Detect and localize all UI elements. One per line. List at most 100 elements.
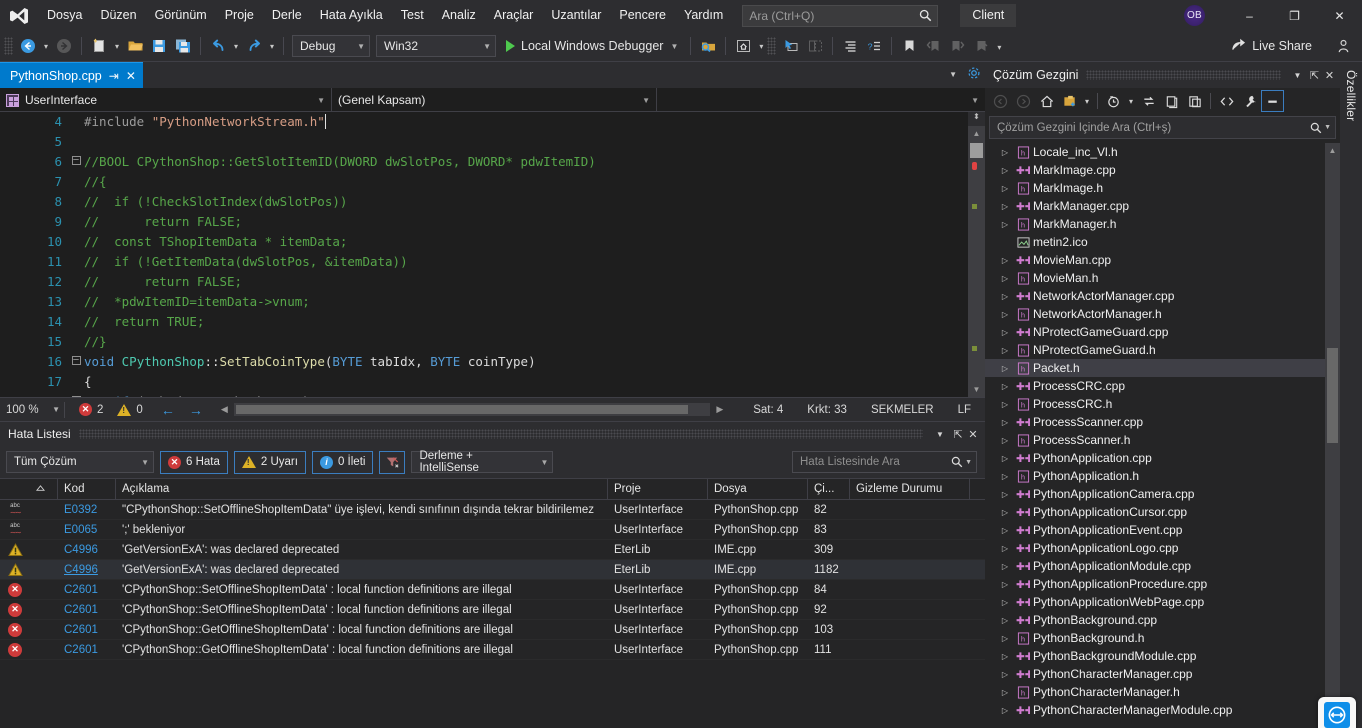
list-item[interactable]: ▷✚✚MovieMan.cpp (985, 251, 1340, 269)
tab-list-dropdown-icon[interactable]: ▼ (949, 70, 957, 79)
list-item[interactable]: ▷ h NProtectGameGuard.h (985, 341, 1340, 359)
list-item[interactable]: ▷✚✚PythonBackground.cpp (985, 611, 1340, 629)
list-item[interactable]: ▷✚✚PythonApplicationLogo.cpp (985, 539, 1340, 557)
table-row[interactable]: abc ∼∼ E0065 ';' bekleniyor UserInterface Pyt… (0, 520, 985, 540)
list-item[interactable]: ▷ h ProcessScanner.h (985, 431, 1340, 449)
scroll-right-arrow-icon[interactable]: ▶ (710, 404, 729, 415)
clear-filters-button[interactable] (379, 450, 406, 474)
column-file[interactable]: Dosya (708, 478, 808, 500)
next-bookmark-icon[interactable] (945, 34, 969, 58)
code-line[interactable]: 8 // if (!CheckSlotIndex(dwSlotPos)) (0, 192, 968, 212)
menu-analiz[interactable]: Analiz (433, 3, 485, 28)
member-scope-combo[interactable]: ▼ (657, 88, 985, 112)
column-project[interactable]: Proje (608, 478, 708, 500)
solution-name-chip[interactable]: Client (960, 4, 1017, 27)
format-document-icon[interactable] (838, 34, 862, 58)
pending-changes-filter-icon[interactable] (1058, 90, 1081, 112)
expand-chevron-icon[interactable]: ▷ (997, 310, 1013, 319)
list-item[interactable]: ▷ h MarkManager.h (985, 215, 1340, 233)
scroll-up-arrow-icon[interactable]: ▲ (968, 126, 985, 141)
list-item[interactable]: ▷ h PythonCharacterManager.h (985, 683, 1340, 701)
expand-chevron-icon[interactable]: ▷ (997, 220, 1013, 229)
code-line[interactable]: 13 // *pdwItemID=itemData->vnum; (0, 292, 968, 312)
expand-chevron-icon[interactable]: ▷ (997, 382, 1013, 391)
list-item[interactable]: ▷✚✚PythonApplicationProcedure.cpp (985, 575, 1340, 593)
breakpoint-gutter[interactable] (0, 212, 22, 232)
breakpoint-gutter[interactable] (0, 132, 22, 152)
error-list-search-input[interactable] (800, 456, 952, 468)
code-text[interactable]: { (84, 372, 92, 392)
refresh-icon[interactable] (1160, 90, 1183, 112)
live-preview-home-icon[interactable] (731, 34, 755, 58)
teamviewer-badge[interactable] (1318, 697, 1356, 728)
code-line[interactable]: 5 (0, 132, 968, 152)
scroll-down-arrow-icon[interactable]: ▼ (968, 382, 985, 397)
navigate-backward-icon[interactable] (16, 34, 40, 58)
sync-with-active-document-icon[interactable] (1137, 90, 1160, 112)
messages-filter-toggle[interactable]: i 0 İleti (311, 450, 374, 474)
expand-chevron-icon[interactable]: ▷ (997, 436, 1013, 445)
code-line[interactable]: 6–//BOOL CPythonShop::GetSlotItemID(DWOR… (0, 152, 968, 172)
solution-explorer-scrollbar[interactable]: ▲ ▼ (1325, 143, 1340, 728)
editor-settings-gear-icon[interactable] (967, 66, 981, 83)
pin-panel-icon[interactable]: ⇱ (949, 428, 967, 441)
previous-bookmark-icon[interactable] (921, 34, 945, 58)
code-line[interactable]: 17 { (0, 372, 968, 392)
clear-bookmarks-icon[interactable] (969, 34, 993, 58)
expand-chevron-icon[interactable]: ▷ (997, 688, 1013, 697)
expand-chevron-icon[interactable]: ▷ (997, 670, 1013, 679)
list-item[interactable]: ▷✚✚PythonApplicationEvent.cpp (985, 521, 1340, 539)
refresh-preview-icon[interactable] (803, 34, 827, 58)
expand-chevron-icon[interactable]: ▷ (997, 616, 1013, 625)
collapse-region-icon[interactable]: – (68, 352, 84, 372)
code-line[interactable]: 14 // return TRUE; (0, 312, 968, 332)
error-list-rows[interactable]: abc ∼∼ E0392 "CPythonShop::SetOfflineShopIt… (0, 500, 985, 728)
list-item[interactable]: ▷✚✚NProtectGameGuard.cpp (985, 323, 1340, 341)
menu-araclar[interactable]: Araçlar (485, 3, 543, 28)
expand-chevron-icon[interactable]: ▷ (997, 418, 1013, 427)
list-item[interactable]: ▷✚✚MarkImage.cpp (985, 161, 1340, 179)
expand-chevron-icon[interactable]: ▷ (997, 346, 1013, 355)
view-code-icon[interactable] (1215, 90, 1238, 112)
error-code-link[interactable]: C4996 (58, 562, 116, 578)
list-item[interactable]: ▷✚✚ProcessScanner.cpp (985, 413, 1340, 431)
panel-drag-handle[interactable] (78, 429, 923, 439)
list-item[interactable]: ▷ h NetworkActorManager.h (985, 305, 1340, 323)
breakpoint-gutter[interactable] (0, 252, 22, 272)
start-debugging-button[interactable]: Local Windows Debugger ▼ (499, 34, 685, 58)
expand-chevron-icon[interactable]: ▷ (997, 292, 1013, 301)
breakpoint-gutter[interactable] (0, 192, 22, 212)
column-severity[interactable] (0, 479, 30, 500)
menu-yardim[interactable]: Yardım (675, 3, 732, 28)
expand-chevron-icon[interactable]: ▷ (997, 274, 1013, 283)
list-item[interactable]: ▷✚✚MarkManager.cpp (985, 197, 1340, 215)
close-button[interactable]: ✕ (1317, 0, 1362, 31)
collapse-all-icon[interactable] (1183, 90, 1206, 112)
save-icon[interactable] (147, 34, 171, 58)
pin-tab-icon[interactable]: ⇥ (109, 69, 119, 83)
close-panel-icon[interactable]: ✕ (967, 428, 985, 441)
expand-chevron-icon[interactable]: ▷ (997, 562, 1013, 571)
expand-chevron-icon[interactable]: ▷ (997, 328, 1013, 337)
expand-chevron-icon[interactable]: ▷ (997, 472, 1013, 481)
close-tab-icon[interactable]: ✕ (126, 69, 136, 83)
code-text[interactable]: // return TRUE; (84, 312, 204, 332)
list-item[interactable]: ▷✚✚PythonCharacterManager.cpp (985, 665, 1340, 683)
list-item[interactable]: ▷✚✚PythonApplicationModule.cpp (985, 557, 1340, 575)
save-all-icon[interactable] (171, 34, 195, 58)
live-preview-dropdown-icon[interactable]: ▾ (755, 34, 767, 58)
code-text[interactable]: // return FALSE; (84, 272, 242, 292)
code-line[interactable]: 9 // return FALSE; (0, 212, 968, 232)
previous-issue-icon[interactable]: ← (161, 402, 175, 418)
hscroll-thumb[interactable] (235, 405, 688, 414)
chevron-down-icon[interactable]: ▾ (1125, 90, 1137, 112)
expand-chevron-icon[interactable]: ▷ (997, 634, 1013, 643)
list-item[interactable]: ▷✚✚PythonApplication.cpp (985, 449, 1340, 467)
new-project-icon[interactable] (87, 34, 111, 58)
column-description[interactable]: Açıklama (116, 478, 608, 500)
breakpoint-gutter[interactable] (0, 332, 22, 352)
error-code-link[interactable]: C2601 (58, 642, 116, 658)
breakpoint-gutter[interactable] (0, 312, 22, 332)
code-line[interactable]: 7 //{ (0, 172, 968, 192)
breakpoint-gutter[interactable] (0, 292, 22, 312)
